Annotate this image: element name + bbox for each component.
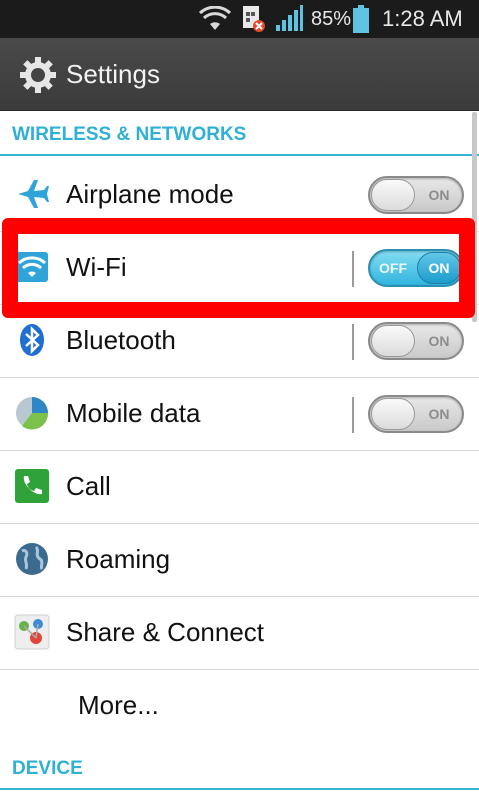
clock: 1:28 AM	[382, 6, 463, 31]
toggle-on-label: ON	[428, 187, 450, 203]
section-header-wireless: WIRELESS & NETWORKS	[0, 112, 479, 156]
toggle-knob	[371, 179, 415, 211]
section-title-device: DEVICE	[12, 758, 83, 779]
row-call[interactable]: Call	[0, 450, 479, 524]
toggle-on-label: ON	[428, 406, 450, 422]
battery-percent: 85%	[311, 7, 352, 30]
row-wifi[interactable]: Wi-Fi OFF ON	[0, 231, 479, 305]
vertical-divider	[352, 251, 354, 287]
scrollbar[interactable]	[472, 112, 477, 322]
section-header-device: DEVICE	[0, 746, 479, 790]
row-airplane-mode[interactable]: Airplane mode OFF ON	[0, 158, 479, 232]
row-label: Wi-Fi	[66, 252, 127, 282]
row-label: Call	[66, 471, 111, 501]
toggle-on-label: ON	[428, 333, 450, 349]
row-more[interactable]: More...	[0, 669, 479, 742]
vertical-divider	[352, 397, 354, 433]
bluetooth-icon	[14, 322, 50, 358]
row-bluetooth[interactable]: Bluetooth OFF ON	[0, 304, 479, 378]
status-bar: 85% 1:28 AM	[0, 0, 479, 38]
row-label: More...	[78, 690, 159, 720]
gear-icon[interactable]	[18, 55, 58, 95]
sim-error-icon	[240, 0, 266, 38]
wifi-toggle[interactable]: OFF ON	[368, 249, 464, 287]
toggle-knob	[371, 398, 415, 430]
row-mobile-data[interactable]: Mobile data OFF ON	[0, 377, 479, 451]
wifi-icon	[14, 249, 50, 285]
airplane-mode-toggle[interactable]: OFF ON	[368, 176, 464, 214]
row-label: Share & Connect	[66, 617, 265, 647]
signal-strength-icon	[274, 0, 304, 38]
bluetooth-toggle[interactable]: OFF ON	[368, 322, 464, 360]
mobile-data-icon	[14, 395, 50, 431]
globe-icon	[14, 541, 50, 577]
phone-icon	[14, 468, 50, 504]
airplane-icon	[14, 176, 50, 212]
action-bar: Settings	[0, 38, 479, 111]
battery-icon	[352, 0, 370, 38]
page-title: Settings	[66, 59, 160, 89]
row-label: Bluetooth	[66, 325, 176, 355]
share-connect-icon	[14, 614, 50, 650]
row-share-connect[interactable]: Share & Connect	[0, 596, 479, 670]
row-label: Airplane mode	[66, 179, 234, 209]
row-label: Mobile data	[66, 398, 201, 428]
row-label: Roaming	[66, 544, 171, 574]
mobile-data-toggle[interactable]: OFF ON	[368, 395, 464, 433]
toggle-knob	[371, 325, 415, 357]
section-title-wireless: WIRELESS & NETWORKS	[12, 124, 247, 145]
row-roaming[interactable]: Roaming	[0, 523, 479, 597]
toggle-off-label: OFF	[379, 260, 407, 276]
vertical-divider	[352, 324, 354, 360]
toggle-on-label: ON	[428, 260, 450, 276]
wifi-signal-icon	[198, 0, 232, 38]
